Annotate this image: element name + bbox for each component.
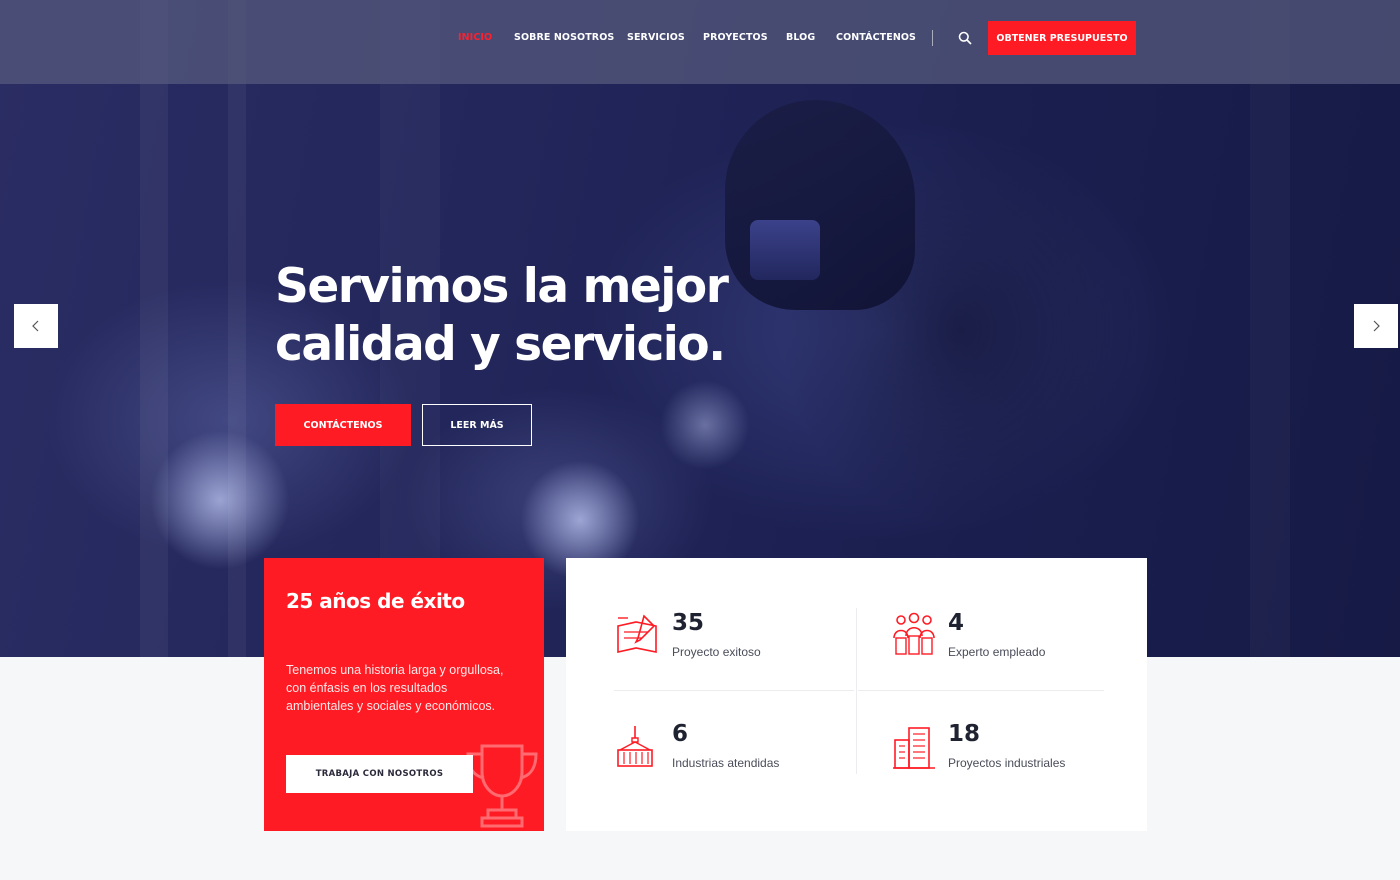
background-beam xyxy=(140,0,168,657)
blueprint-icon xyxy=(617,614,657,653)
buildings-icon xyxy=(893,727,935,769)
stats-divider-horizontal xyxy=(614,690,854,691)
spark-glow xyxy=(150,430,290,570)
nav-item-proyectos[interactable]: PROYECTOS xyxy=(703,32,768,43)
background-beam xyxy=(1250,0,1290,657)
nav-item-sobre-nosotros[interactable]: SOBRE NOSOTROS xyxy=(514,32,614,43)
hero-contact-button[interactable]: CONTÁCTENOS xyxy=(275,404,411,446)
hero-title: Servimos la mejor calidad y servicio. xyxy=(275,258,795,374)
team-icon xyxy=(893,612,935,655)
chevron-left-icon xyxy=(32,320,39,332)
stat-value-industrial-projects: 18 xyxy=(948,721,981,747)
stat-label-industrial-projects: Proyectos industriales xyxy=(948,756,1066,770)
success-card-title: 25 años de éxito xyxy=(286,589,465,613)
success-card: 25 años de éxito Tenemos una historia la… xyxy=(264,558,544,831)
nav-divider xyxy=(932,30,933,46)
site-header: INICIO SOBRE NOSOTROS SERVICIOS PROYECTO… xyxy=(0,0,1400,84)
hero-title-line-1: Servimos la mejor xyxy=(275,259,729,314)
stat-value-industries: 6 xyxy=(672,721,689,747)
nav-item-blog[interactable]: BLOG xyxy=(786,32,815,43)
stat-label-employees: Experto empleado xyxy=(948,645,1046,659)
nav-item-servicios[interactable]: SERVICIOS xyxy=(627,32,685,43)
slider-prev-button[interactable] xyxy=(14,304,58,348)
stat-label-industries: Industrias atendidas xyxy=(672,756,780,770)
crane-container-icon xyxy=(617,726,653,767)
stats-divider-horizontal xyxy=(858,690,1104,691)
work-with-us-button[interactable]: TRABAJA CON NOSOTROS xyxy=(286,755,473,793)
spark-glow xyxy=(660,380,750,470)
stat-value-employees: 4 xyxy=(948,610,965,636)
chevron-right-icon xyxy=(1373,320,1380,332)
hero-read-more-button[interactable]: LEER MÁS xyxy=(422,404,532,446)
stats-divider-vertical xyxy=(856,608,857,774)
hero-title-line-2: calidad y servicio. xyxy=(275,317,726,372)
slider-next-button[interactable] xyxy=(1354,304,1398,348)
nav-item-inicio[interactable]: INICIO xyxy=(458,32,492,43)
success-card-description: Tenemos una historia larga y orgullosa, … xyxy=(286,663,504,713)
get-quote-button[interactable]: OBTENER PRESUPUESTO xyxy=(988,21,1136,55)
search-icon[interactable] xyxy=(958,31,972,45)
stat-label-projects: Proyecto exitoso xyxy=(672,645,761,659)
nav-item-contactenos[interactable]: CONTÁCTENOS xyxy=(836,32,916,43)
stat-value-projects: 35 xyxy=(672,610,705,636)
stats-card: 35 Proyecto exitoso 4 Experto empleado 6… xyxy=(566,558,1147,831)
